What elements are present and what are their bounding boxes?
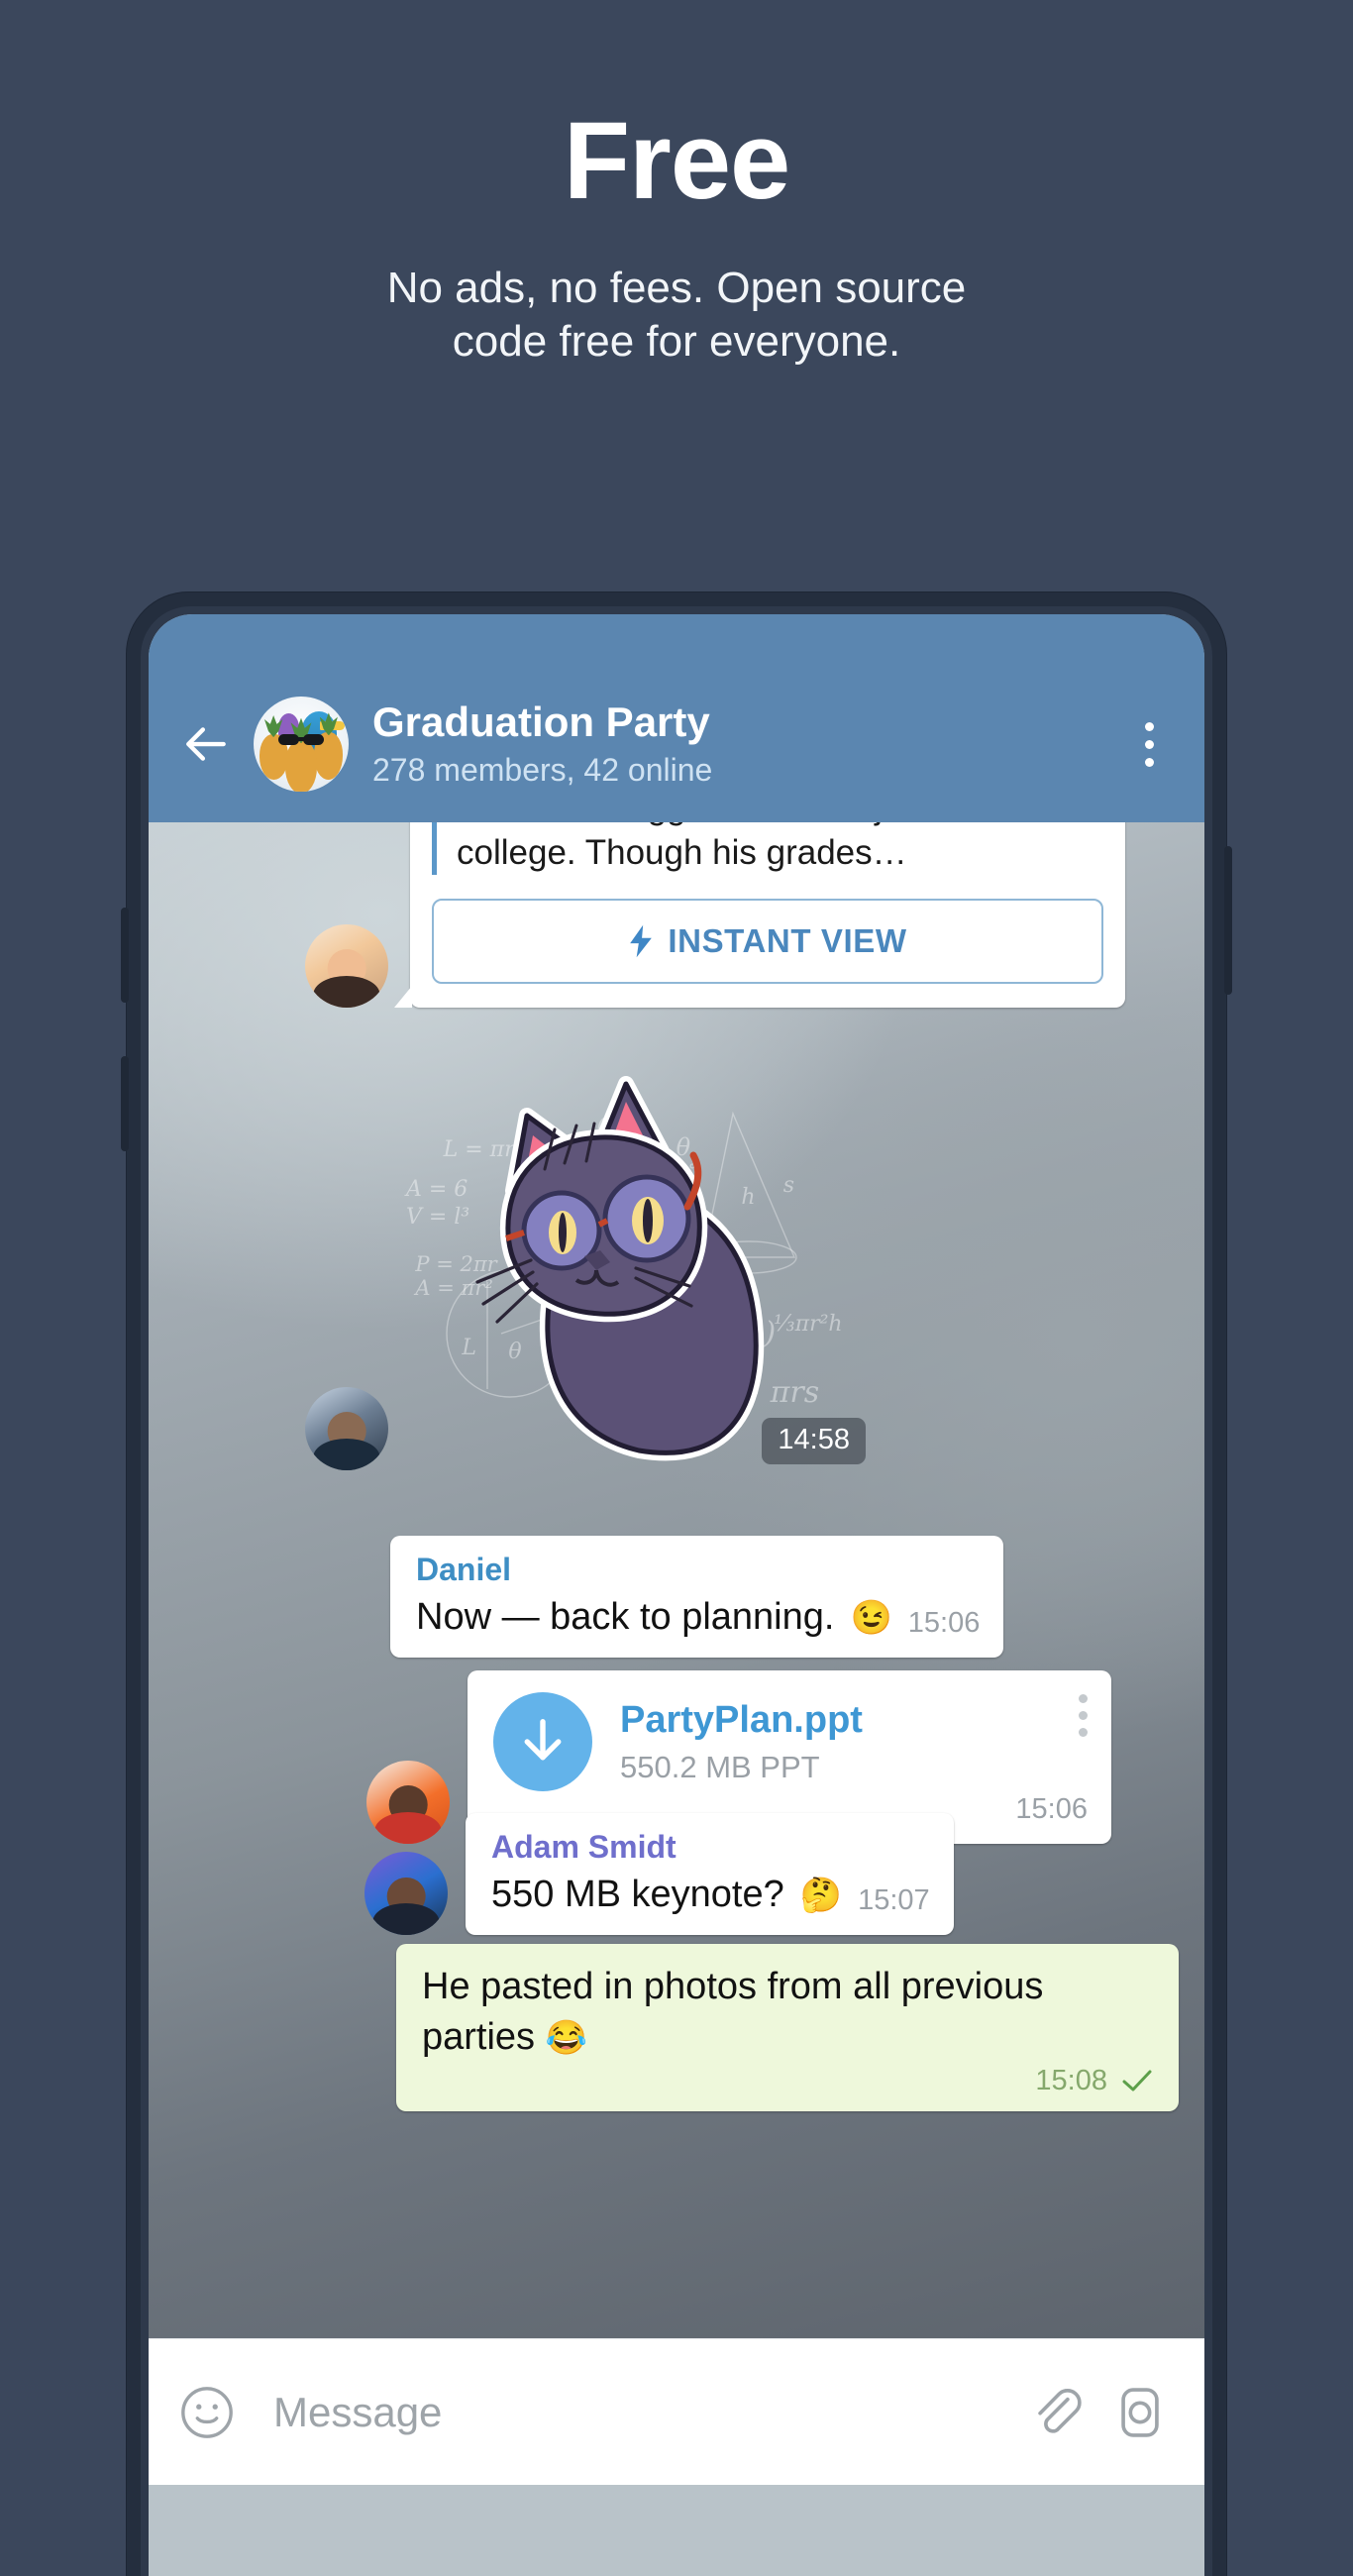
message-text: Now — back to planning. (416, 1596, 835, 1638)
message-text-line-1: He pasted in photos from all previous (422, 1966, 1044, 2007)
page-title: Free (563, 100, 790, 222)
status-bar (149, 614, 1204, 666)
phone-mockup: Graduation Party 278 members, 42 online (121, 592, 1232, 2576)
message-text-line-2-wrap: parties 😂 (422, 2012, 1153, 2063)
message-sender: Adam Smidt (491, 1829, 676, 1865)
message-bubble[interactable]: Daniel Now — back to planning. 😉 15:06 (390, 1536, 1004, 1659)
quoted-article: Einstein struggled to find a job out of … (432, 822, 1103, 875)
promo-screenshot: Free No ads, no fees. Open source code f… (0, 0, 1353, 2576)
math-cat-sticker[interactable]: L = πr A = 6 V = l³ P = 2πr A = πr² s = … (406, 1074, 872, 1470)
message-text-line-2: parties (422, 2015, 536, 2058)
kebab-dot (1144, 739, 1154, 749)
promo-subtitle-line-2: code free for everyone. (452, 316, 901, 366)
chat-subtitle: 278 members, 42 online (372, 752, 713, 789)
chat-title: Graduation Party (372, 698, 710, 746)
message-input-bar[interactable]: Message (149, 2338, 1204, 2485)
promo-header: Free No ads, no fees. Open source code f… (0, 0, 1353, 368)
avatar[interactable] (305, 1387, 388, 1470)
chat-menu-button[interactable] (1119, 707, 1179, 781)
file-size: 550.2 MB PPT (620, 1749, 820, 1784)
download-button[interactable] (493, 1692, 592, 1791)
avatar[interactable] (364, 1852, 448, 1936)
phone-power-button (1224, 846, 1232, 995)
paperclip-icon (1038, 2388, 1082, 2433)
lightning-bolt-icon (630, 924, 653, 958)
file-name[interactable]: PartyPlan.ppt (620, 1698, 1079, 1744)
joy-emoji: 😂 (545, 2018, 587, 2057)
message-timestamp: 15:07 (858, 1884, 930, 1917)
wink-emoji: 😉 (850, 1599, 892, 1637)
message-text-daniel[interactable]: Daniel Now — back to planning. 😉 15:06 (390, 1536, 1004, 1659)
message-bubble[interactable]: He pasted in photos from all previous pa… (396, 1944, 1179, 2111)
chat-avatar[interactable] (254, 697, 349, 792)
quote-text: Einstein struggled to find a job out of … (457, 822, 1017, 872)
message-input[interactable]: Message (261, 2389, 1002, 2436)
instant-view-label: INSTANT VIEW (668, 922, 907, 959)
avatar[interactable] (305, 924, 388, 1008)
kebab-dot (1144, 721, 1154, 731)
phone-screen: Graduation Party 278 members, 42 online (149, 614, 1204, 2576)
message-timestamp: 15:08 (1035, 2064, 1107, 2096)
smiley-face-icon (181, 2386, 233, 2438)
thinking-emoji: 🤔 (799, 1877, 843, 1914)
single-check-icon (1121, 2069, 1153, 2093)
kebab-dot (1079, 1728, 1088, 1737)
message-sticker[interactable]: L = πr A = 6 V = l³ P = 2πr A = πr² s = … (305, 1074, 872, 1470)
file-menu-button[interactable] (1079, 1692, 1088, 1737)
instant-view-button[interactable]: INSTANT VIEW (432, 899, 1103, 984)
phone-volume-up-button (121, 908, 129, 1003)
camera-button[interactable] (1111, 2384, 1169, 2441)
message-text: 550 MB keynote? (491, 1874, 784, 1915)
message-list[interactable]: Einstein struggled to find a job out of … (149, 822, 1204, 2338)
cat-sticker-art (446, 1076, 797, 1461)
kebab-dot (1144, 757, 1154, 767)
message-sender: Daniel (416, 1552, 512, 1587)
chat-appbar: Graduation Party 278 members, 42 online (149, 666, 1204, 822)
message-bubble[interactable]: Adam Smidt 550 MB keynote? 🤔 15:07 (466, 1813, 954, 1936)
promo-subtitle: No ads, no fees. Open source code free f… (0, 262, 1353, 368)
chat-title-block[interactable]: Graduation Party 278 members, 42 online (372, 698, 1119, 789)
emoji-button[interactable] (178, 2384, 236, 2441)
message-link-preview[interactable]: Einstein struggled to find a job out of … (305, 822, 1125, 1008)
message-outgoing[interactable]: He pasted in photos from all previous pa… (396, 1944, 1179, 2111)
kebab-dot (1079, 1711, 1088, 1720)
message-bubble[interactable]: Einstein struggled to find a job out of … (394, 822, 1125, 1008)
arrow-left-icon (186, 727, 226, 761)
download-arrow-icon (524, 1719, 562, 1761)
promo-subtitle-line-1: No ads, no fees. Open source (386, 264, 967, 312)
attach-button[interactable] (1028, 2384, 1086, 2441)
message-text-adam[interactable]: Adam Smidt 550 MB keynote? 🤔 15:07 (364, 1813, 954, 1936)
back-button[interactable] (170, 707, 244, 781)
message-timestamp: 15:06 (907, 1607, 981, 1640)
camera-icon (1121, 2387, 1159, 2437)
kebab-dot (1079, 1694, 1088, 1703)
sticker-timestamp: 14:58 (762, 1418, 866, 1464)
phone-volume-down-button (121, 1056, 129, 1151)
